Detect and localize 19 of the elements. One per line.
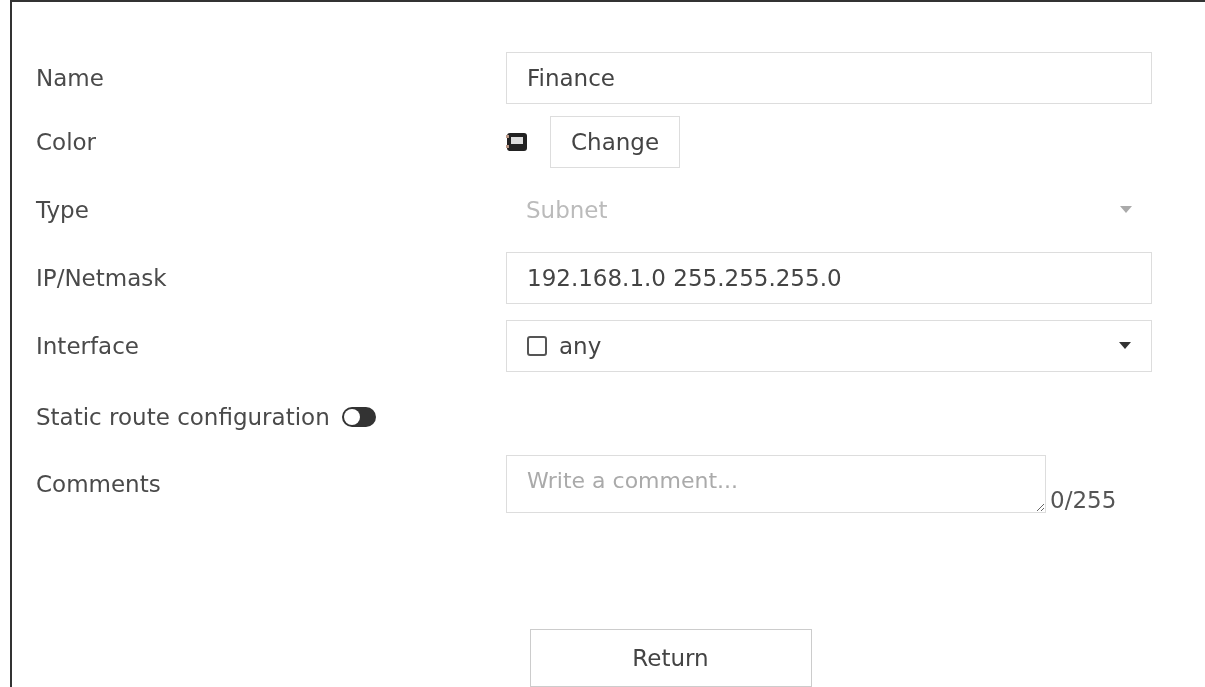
text-field[interactable]: Finance [506,51,1152,104]
character-counter: 0/255 [1050,487,1117,514]
caret-icon [1119,342,1131,351]
field-label: Color [36,129,98,156]
comment-field[interactable]: Write a comment... [506,455,1046,514]
field-label: IP/Netmask [36,264,168,291]
checkbox[interactable] [527,336,547,357]
field-label: Static route configuration [36,403,330,430]
field-label: Type [36,196,90,223]
interface-dropdown[interactable]: any [506,320,1152,373]
text-field[interactable]: 192.168.1.0 255.255.255.0 [506,251,1152,304]
change-button[interactable]: Change [550,116,681,169]
field-label: Name [36,64,105,91]
field-label: Interface [36,333,140,360]
caret-icon [1120,205,1132,214]
return-button[interactable]: Return [529,629,812,687]
toggle-switch[interactable] [341,406,376,427]
field-label: Comments [36,471,162,498]
color-swatch-icon[interactable] [506,132,528,153]
